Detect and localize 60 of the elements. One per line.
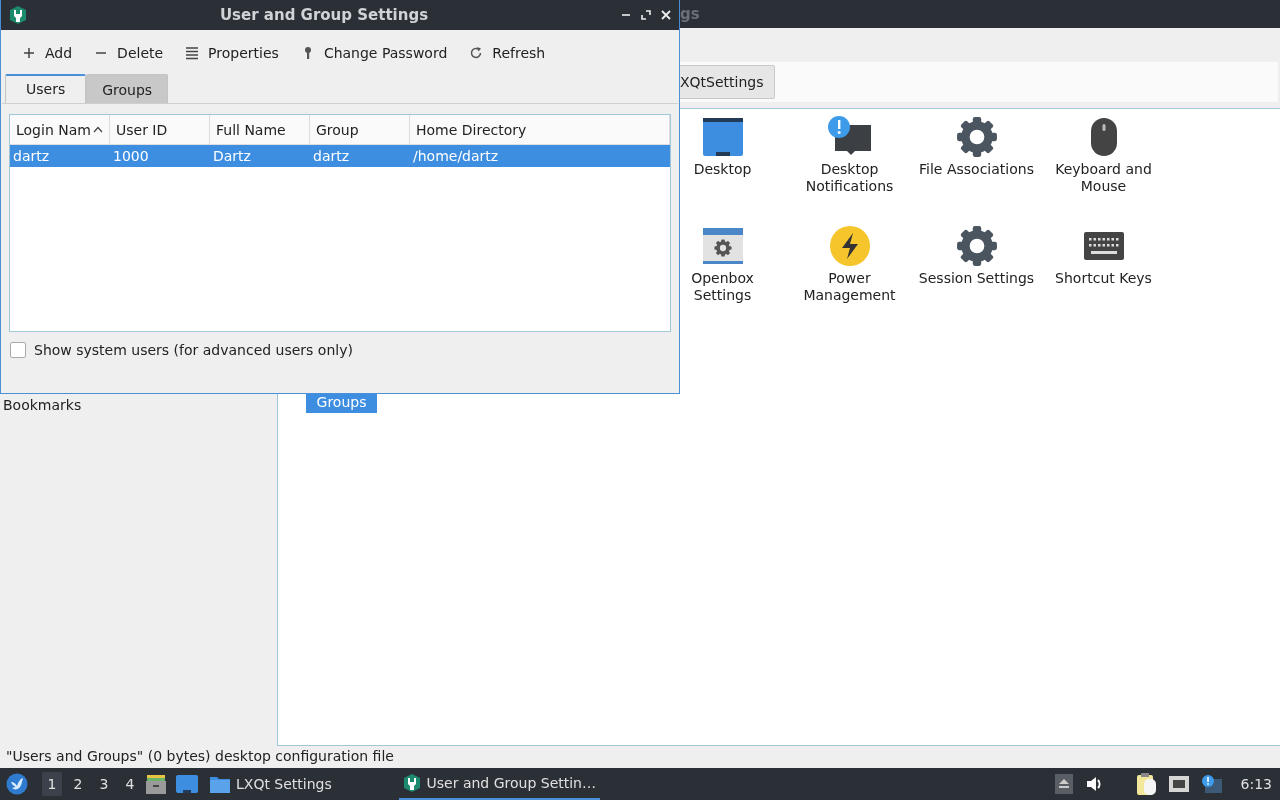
app-logo-icon	[9, 6, 27, 24]
close-icon[interactable]	[661, 10, 671, 20]
keyboard-icon	[1082, 231, 1125, 261]
window-title: gs	[680, 5, 700, 23]
tab[interactable]: Users	[5, 74, 87, 103]
toolbar-button[interactable]: Delete	[85, 41, 173, 65]
column-header[interactable]: Full Name	[210, 115, 310, 144]
status-text: "Users and Groups" (0 bytes) desktop configuration file	[6, 748, 394, 764]
toolbar-button[interactable]: Properties	[176, 41, 288, 65]
file-cabinet-icon[interactable]	[146, 774, 166, 794]
workspace-button[interactable]: 4	[120, 772, 140, 796]
toolbar-button[interactable]: Change Password	[291, 41, 457, 65]
settings-item-label[interactable]: Desktop	[691, 161, 754, 178]
taskbar-button[interactable]: User and Group Settin…	[398, 768, 600, 800]
taskbar-button[interactable]: LXQt Settings	[206, 768, 336, 800]
table-cell-text: /home/dartz	[412, 148, 500, 164]
workspace-button[interactable]: 1	[42, 772, 62, 796]
folder-icon	[210, 775, 230, 793]
column-header[interactable]: Home Directory	[410, 115, 670, 144]
lightning-icon	[828, 225, 871, 267]
column-header[interactable]: User ID	[110, 115, 210, 144]
settings-item-label[interactable]: File Associations	[917, 161, 1036, 178]
gear-icon	[955, 116, 998, 158]
table-cell-text: 1000	[112, 148, 150, 164]
settings-item-label[interactable]: Keyboard and Mouse	[1040, 161, 1167, 195]
clock[interactable]: 6:13	[1240, 776, 1272, 792]
bird-logo-icon[interactable]	[6, 773, 28, 795]
checkbox-label[interactable]: Show system users (for advanced users only)	[34, 342, 353, 358]
window-title: User and Group Settings	[218, 6, 430, 24]
toolbar-button[interactable]: Add	[13, 41, 82, 65]
gear-icon	[955, 225, 998, 267]
notification-icon[interactable]	[1201, 775, 1222, 793]
plus-icon	[22, 46, 36, 60]
network-icon[interactable]	[1168, 775, 1189, 793]
breadcrumb-button[interactable]: XQtSettings	[680, 65, 775, 99]
settings-item-label[interactable]: Power Management	[786, 270, 913, 304]
sidebar-heading: Bookmarks	[2, 397, 82, 413]
maximize-icon[interactable]	[641, 10, 651, 20]
table-cell-text: Dartz	[212, 148, 252, 164]
table-cell-text: dartz	[12, 148, 51, 164]
desktop-icon[interactable]	[176, 775, 198, 793]
tab[interactable]: Groups	[86, 74, 169, 103]
checkbox[interactable]	[10, 342, 26, 358]
app-logo-icon	[402, 774, 421, 792]
column-header[interactable]: Login Nam	[10, 115, 110, 144]
toolbar-button[interactable]: Refresh	[460, 41, 555, 65]
workspace-button[interactable]: 3	[94, 772, 114, 796]
table-cell-text: dartz	[312, 148, 351, 164]
settings-item-label[interactable]: Shortcut Keys	[1053, 270, 1154, 287]
desktop-icon	[701, 117, 744, 157]
eject-icon[interactable]	[1054, 774, 1073, 794]
mouse-icon	[1089, 117, 1118, 157]
settings-item-label[interactable]: Session Settings	[916, 270, 1037, 287]
settings-item-label[interactable]: Desktop Notifications	[786, 161, 913, 195]
list-icon	[185, 46, 200, 60]
clipboard-icon[interactable]	[1135, 773, 1156, 795]
window-gear-icon	[701, 227, 744, 265]
workspace-button[interactable]: 2	[68, 772, 88, 796]
column-header[interactable]: Group	[310, 115, 410, 144]
refresh-icon	[469, 46, 484, 60]
